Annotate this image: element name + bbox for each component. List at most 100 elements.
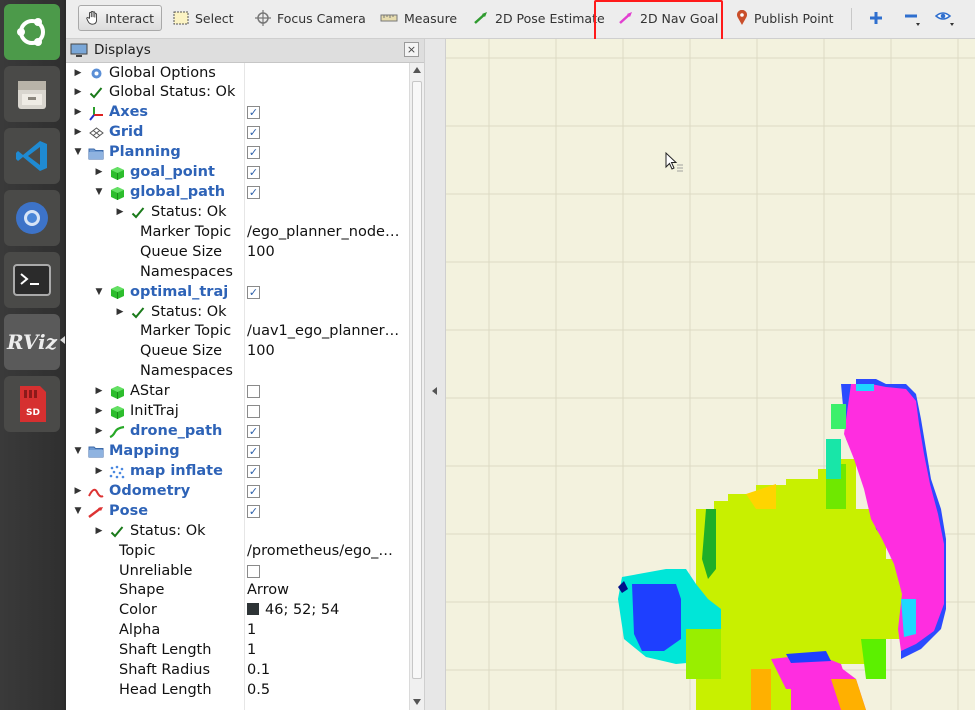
tree-row[interactable]: Color 46; 52; 54 [66,601,409,621]
view-tool-button[interactable] [928,5,964,31]
tree-row-value[interactable]: 1 [247,622,256,638]
scroll-down-icon[interactable] [413,699,421,705]
collapsed-arrow-icon[interactable]: ▶ [93,466,105,476]
tree-row-value[interactable]: /prometheus/ego_… [247,543,393,559]
tree-row-value[interactable]: 100 [247,244,275,260]
tree-row-value[interactable]: 100 [247,343,275,359]
close-panel-button[interactable]: × [404,42,419,57]
expanded-arrow-icon[interactable]: ▼ [93,187,105,197]
checkbox-checked[interactable]: ✓ [247,106,260,120]
tree-row[interactable]: ▶ Status: Ok [66,303,409,323]
tree-row[interactable]: Topic/prometheus/ego_… [66,542,409,562]
add-tool-button[interactable] [862,5,890,31]
ubuntu-logo-icon[interactable] [4,4,60,60]
tree-row[interactable]: ▶ Global Status: Ok [66,83,409,103]
tree-row-value[interactable]: /ego_planner_node… [247,224,399,240]
checkbox-checked[interactable]: ✓ [247,146,260,160]
collapsed-arrow-icon[interactable]: ▶ [114,307,126,317]
checkbox-checked[interactable]: ✓ [247,166,260,180]
collapsed-arrow-icon[interactable]: ▶ [93,526,105,536]
checkbox-checked[interactable]: ✓ [247,285,260,299]
tree-row[interactable]: Shaft Length 1 [66,641,409,661]
interact-tool[interactable]: Interact [78,5,162,31]
panel-splitter[interactable] [424,39,446,710]
tree-row[interactable]: ▶ goal_point ✓ [66,163,409,183]
select-tool[interactable]: Select [166,5,241,31]
collapsed-arrow-icon[interactable]: ▶ [93,386,105,396]
checkbox-checked[interactable]: ✓ [247,504,260,518]
tree-row[interactable]: ▶ InitTraj [66,402,409,422]
expanded-arrow-icon[interactable]: ▼ [72,446,84,456]
measure-tool[interactable]: Measure [373,5,464,31]
scrollbar-thumb[interactable] [412,81,422,679]
checkbox-unchecked[interactable] [247,564,260,578]
vertical-scrollbar[interactable] [409,63,424,710]
tree-row[interactable]: Head Length 0.5 [66,681,409,701]
collapsed-arrow-icon[interactable]: ▶ [93,167,105,177]
remove-tool-button[interactable] [897,5,929,31]
checkbox-unchecked[interactable] [247,385,260,399]
collapsed-arrow-icon[interactable]: ▶ [72,127,84,137]
tree-row[interactable]: ▼ Mapping ✓ [66,442,409,462]
collapsed-arrow-icon[interactable]: ▶ [72,486,84,496]
tree-row-value[interactable]: Arrow [247,582,289,598]
collapsed-arrow-icon[interactable]: ▶ [72,87,84,97]
publish-point-tool[interactable]: Publish Point [729,5,841,31]
tree-row[interactable]: Namespaces [66,362,409,382]
color-swatch[interactable] [247,603,259,616]
tree-row[interactable]: ▶ map inflate ✓ [66,462,409,482]
tree-row-value[interactable]: 1 [247,642,256,658]
checkbox-checked[interactable]: ✓ [247,464,260,478]
checkbox-checked[interactable]: ✓ [247,425,260,439]
tree-row[interactable]: ▼ global_path ✓ [66,183,409,203]
tree-row[interactable]: Shape Arrow [66,581,409,601]
sd-card-icon[interactable]: SD [4,376,60,432]
focus-camera-tool[interactable]: Focus Camera [248,5,373,31]
tree-row[interactable]: ▶ Global Options [66,64,409,84]
checkbox-checked[interactable]: ✓ [247,186,260,200]
collapsed-arrow-icon[interactable]: ▶ [72,68,84,78]
tree-row[interactable]: ▶ Axes ✓ [66,103,409,123]
tree-row[interactable]: Unreliable [66,562,409,582]
checkbox-checked[interactable]: ✓ [247,444,260,458]
scroll-up-icon[interactable] [413,67,421,73]
expanded-arrow-icon[interactable]: ▼ [93,287,105,297]
tree-row[interactable]: Queue Size 100 [66,342,409,362]
tree-row[interactable]: ▶ Status: Ok [66,522,409,542]
tree-row[interactable]: ▶ Odometry ✓ [66,482,409,502]
files-icon[interactable] [4,66,60,122]
tree-row[interactable]: Marker Topic/uav1_ego_planner… [66,322,409,342]
tree-row[interactable]: ▼ Planning ✓ [66,143,409,163]
collapsed-arrow-icon[interactable]: ▶ [93,406,105,416]
pose-estimate-tool[interactable]: 2D Pose Estimate [466,5,612,31]
tree-row[interactable]: ▶ Status: Ok [66,203,409,223]
expanded-arrow-icon[interactable]: ▼ [72,506,84,516]
chromium-icon[interactable] [4,190,60,246]
tree-row[interactable]: Alpha 1 [66,621,409,641]
checkbox-checked[interactable]: ✓ [247,126,260,140]
tree-row[interactable]: Shaft Radius 0.1 [66,661,409,681]
terminal-icon[interactable] [4,252,60,308]
checkbox-checked[interactable]: ✓ [247,484,260,498]
collapsed-arrow-icon[interactable]: ▶ [93,426,105,436]
collapsed-arrow-icon[interactable]: ▶ [114,207,126,217]
checkbox-unchecked[interactable] [247,405,260,419]
collapse-arrow-icon[interactable] [432,387,437,395]
tree-row[interactable]: Namespaces [66,263,409,283]
tree-row[interactable]: ▼ Pose ✓ [66,502,409,522]
render-viewport[interactable] [446,39,975,710]
vscode-icon[interactable] [4,128,60,184]
tree-row[interactable]: ▶ drone_path ✓ [66,422,409,442]
tree-row[interactable]: ▶ Grid ✓ [66,123,409,143]
tree-row-value[interactable]: 0.1 [247,662,270,678]
tree-row[interactable]: Queue Size 100 [66,243,409,263]
expanded-arrow-icon[interactable]: ▼ [72,147,84,157]
tree-row-value[interactable]: 0.5 [247,682,270,698]
tree-row[interactable]: Marker Topic/ego_planner_node… [66,223,409,243]
tree-row-value[interactable]: 46; 52; 54 [247,602,339,618]
tree-row[interactable]: ▼ optimal_traj ✓ [66,283,409,303]
collapsed-arrow-icon[interactable]: ▶ [72,107,84,117]
tree-row[interactable]: ▶ AStar [66,382,409,402]
tree-row-value[interactable]: /uav1_ego_planner… [247,323,399,339]
rviz-icon[interactable]: RViz [4,314,60,370]
